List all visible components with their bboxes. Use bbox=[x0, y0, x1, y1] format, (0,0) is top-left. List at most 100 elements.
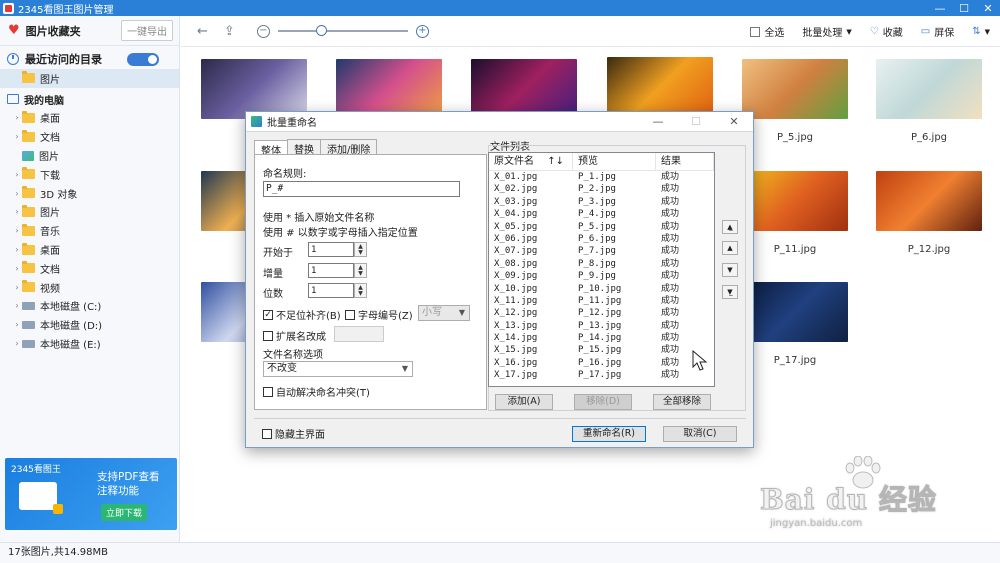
dialog-minimize-icon[interactable]: — bbox=[639, 115, 677, 128]
sidebar-item[interactable]: › 本地磁盘 (E:) bbox=[0, 334, 179, 353]
file-row[interactable]: X_01.jpg P_1.jpg 成功 bbox=[489, 171, 714, 183]
expand-arrow-icon[interactable]: › bbox=[12, 132, 22, 141]
sidebar-item[interactable]: › 音乐 bbox=[0, 221, 179, 240]
expand-arrow-icon[interactable]: › bbox=[12, 170, 22, 179]
file-row[interactable]: X_16.jpg P_16.jpg 成功 bbox=[489, 357, 714, 369]
image-thumbnail[interactable] bbox=[742, 59, 848, 119]
sidebar-item[interactable]: › 本地磁盘 (C:) bbox=[0, 297, 179, 316]
expand-arrow-icon[interactable]: › bbox=[12, 264, 22, 273]
file-row[interactable]: X_06.jpg P_6.jpg 成功 bbox=[489, 233, 714, 245]
ext-checkbox[interactable]: 扩展名改成 bbox=[263, 328, 326, 343]
upload-folder-icon[interactable]: ⇪ bbox=[224, 24, 235, 39]
expand-arrow-icon[interactable]: › bbox=[12, 207, 22, 216]
zoom-slider[interactable] bbox=[277, 25, 408, 36]
rule-input[interactable]: P_# bbox=[263, 181, 460, 197]
file-row[interactable]: X_05.jpg P_5.jpg 成功 bbox=[489, 221, 714, 233]
ext-input[interactable] bbox=[334, 326, 384, 342]
column-preview[interactable]: 预览 bbox=[573, 153, 656, 171]
file-row[interactable]: X_10.jpg P_10.jpg 成功 bbox=[489, 283, 714, 295]
maximize-icon[interactable]: ☐ bbox=[952, 0, 976, 16]
file-row[interactable]: X_03.jpg P_3.jpg 成功 bbox=[489, 196, 714, 208]
column-original[interactable]: 原文件名 ↑↓ bbox=[489, 153, 573, 171]
file-row[interactable]: X_12.jpg P_12.jpg 成功 bbox=[489, 307, 714, 319]
file-row[interactable]: X_17.jpg P_17.jpg 成功 bbox=[489, 369, 714, 381]
image-thumbnail[interactable] bbox=[876, 59, 982, 119]
sidebar-item[interactable]: › 文档 bbox=[0, 259, 179, 278]
zoom-out-icon[interactable]: − bbox=[256, 24, 270, 38]
expand-arrow-icon[interactable]: › bbox=[12, 339, 22, 348]
start-stepper[interactable]: ▲ ▼ bbox=[354, 242, 367, 257]
batch-menu[interactable]: 批量处理 ▼ bbox=[802, 24, 851, 40]
increment-input[interactable]: 1 bbox=[308, 263, 354, 278]
add-button[interactable]: 添加(A) bbox=[495, 394, 553, 410]
close-icon[interactable]: ✕ bbox=[976, 0, 1000, 16]
expand-arrow-icon[interactable]: › bbox=[12, 320, 22, 329]
file-row[interactable]: X_08.jpg P_8.jpg 成功 bbox=[489, 258, 714, 270]
image-thumbnail[interactable] bbox=[201, 59, 307, 119]
my-pc-header[interactable]: 我的电脑 bbox=[0, 90, 179, 109]
cancel-button[interactable]: 取消(C) bbox=[663, 426, 737, 442]
expand-arrow-icon[interactable]: › bbox=[12, 226, 22, 235]
favorite-button[interactable]: ♡ 收藏 bbox=[870, 24, 903, 39]
file-row[interactable]: X_02.jpg P_2.jpg 成功 bbox=[489, 183, 714, 195]
start-input[interactable]: 1 bbox=[308, 242, 354, 257]
file-list[interactable]: 原文件名 ↑↓ 预览 结果 X_01.jpg P_1.jpg 成功 X_02.jpg P… bbox=[488, 152, 715, 387]
sidebar-item[interactable]: › 下载 bbox=[0, 165, 179, 184]
letter-checkbox[interactable]: 字母编号(Z) bbox=[345, 307, 413, 322]
image-thumbnail[interactable] bbox=[742, 171, 848, 231]
screensaver-button[interactable]: ▭ 屏保 bbox=[921, 24, 954, 39]
digits-input[interactable]: 1 bbox=[308, 283, 354, 298]
sidebar-item[interactable]: › 桌面 bbox=[0, 109, 179, 128]
image-thumbnail[interactable] bbox=[742, 282, 848, 342]
sidebar-item[interactable]: › 文档 bbox=[0, 127, 179, 146]
file-row[interactable]: X_15.jpg P_15.jpg 成功 bbox=[489, 344, 714, 356]
file-row[interactable]: X_14.jpg P_14.jpg 成功 bbox=[489, 332, 714, 344]
sidebar-item[interactable]: › 视频 bbox=[0, 278, 179, 297]
move-down-button[interactable]: ▼ bbox=[722, 263, 738, 277]
move-bottom-button[interactable]: ▼̲ bbox=[722, 285, 738, 299]
case-select[interactable]: 小写 ▼ bbox=[418, 305, 470, 321]
back-arrow-icon[interactable]: ← bbox=[197, 24, 208, 39]
expand-arrow-icon[interactable]: › bbox=[12, 113, 22, 122]
image-thumbnail[interactable] bbox=[471, 59, 577, 119]
export-button[interactable]: 一键导出 bbox=[121, 20, 173, 41]
image-thumbnail[interactable] bbox=[336, 59, 442, 119]
zoom-slider-thumb[interactable] bbox=[315, 25, 327, 36]
remove-button[interactable]: 移除(D) bbox=[574, 394, 632, 410]
image-thumbnail[interactable] bbox=[876, 171, 982, 231]
hide-main-checkbox[interactable]: 隐藏主界面 bbox=[262, 426, 325, 441]
file-row[interactable]: X_07.jpg P_7.jpg 成功 bbox=[489, 245, 714, 257]
sidebar-item[interactable]: › 本地磁盘 (D:) bbox=[0, 315, 179, 334]
recent-item[interactable]: 图片 bbox=[0, 69, 179, 88]
sidebar-item[interactable]: 图片 bbox=[0, 146, 179, 165]
minimize-icon[interactable]: — bbox=[928, 0, 952, 16]
sidebar-item[interactable]: › 图片 bbox=[0, 203, 179, 222]
dialog-maximize-icon[interactable]: ☐ bbox=[677, 115, 715, 128]
sidebar-item[interactable]: › 桌面 bbox=[0, 240, 179, 259]
remove-all-button[interactable]: 全部移除 bbox=[653, 394, 711, 410]
increment-stepper[interactable]: ▲ ▼ bbox=[354, 263, 367, 278]
rename-button[interactable]: 重新命名(R) bbox=[572, 426, 646, 442]
file-row[interactable]: X_13.jpg P_13.jpg 成功 bbox=[489, 320, 714, 332]
file-row[interactable]: X_04.jpg P_4.jpg 成功 bbox=[489, 208, 714, 220]
file-row[interactable]: X_09.jpg P_9.jpg 成功 bbox=[489, 270, 714, 282]
file-row[interactable]: X_11.jpg P_11.jpg 成功 bbox=[489, 295, 714, 307]
move-top-button[interactable]: ▲̲ bbox=[722, 220, 738, 234]
expand-arrow-icon[interactable]: › bbox=[12, 301, 22, 310]
expand-arrow-icon[interactable]: › bbox=[12, 189, 22, 198]
recent-toggle[interactable] bbox=[127, 52, 159, 66]
dialog-close-icon[interactable]: ✕ bbox=[715, 115, 753, 128]
zoom-in-icon[interactable]: + bbox=[415, 24, 429, 38]
sidebar-item[interactable]: › 3D 对象 bbox=[0, 184, 179, 203]
select-all-checkbox[interactable]: 全选 bbox=[750, 24, 784, 39]
expand-arrow-icon[interactable]: › bbox=[12, 245, 22, 254]
sort-button[interactable]: ⇅ ▼ bbox=[972, 26, 990, 37]
ad-banner[interactable]: 2345看图王 支持PDF查看 注释功能 立即下载 bbox=[5, 458, 177, 530]
ad-download-button[interactable]: 立即下载 bbox=[101, 504, 148, 521]
name-option-select[interactable]: 不改变 ▼ bbox=[263, 361, 413, 377]
auto-resolve-checkbox[interactable]: 自动解决命名冲突(T) bbox=[263, 384, 370, 399]
digits-stepper[interactable]: ▲ ▼ bbox=[354, 283, 367, 298]
pad-checkbox[interactable]: ✓ 不足位补齐(B) bbox=[263, 307, 341, 322]
image-thumbnail[interactable] bbox=[607, 57, 713, 117]
move-up-button[interactable]: ▲ bbox=[722, 241, 738, 255]
